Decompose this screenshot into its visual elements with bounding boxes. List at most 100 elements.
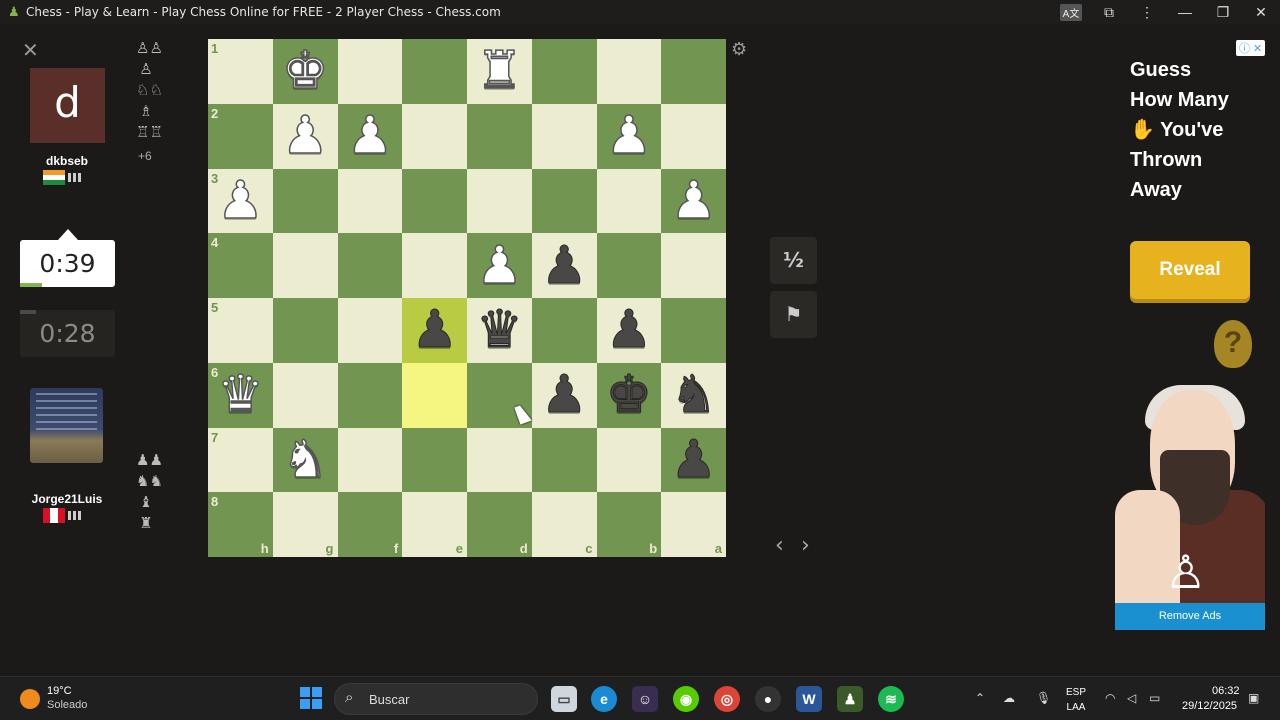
square-d2[interactable]	[467, 103, 532, 169]
white-pawn-piece[interactable]: ♟	[216, 174, 264, 228]
square-e8[interactable]: e	[402, 492, 467, 557]
word-icon[interactable]: W	[796, 686, 822, 712]
black-queen-piece[interactable]: ♛	[476, 304, 524, 357]
black-king-piece[interactable]: ♚	[605, 369, 653, 422]
taskbar-search[interactable]: ⌕ Buscar	[334, 683, 538, 715]
square-f6[interactable]	[337, 362, 403, 428]
weather-description[interactable]: Soleado	[47, 699, 87, 711]
square-c7[interactable]	[531, 427, 597, 493]
top-player-name[interactable]: dkbseb	[22, 154, 112, 168]
show-hidden-icons-chevron-up-icon[interactable]: ⌃	[975, 691, 985, 705]
resign-button[interactable]: ⚑	[770, 291, 817, 338]
square-e2[interactable]	[402, 103, 467, 169]
black-pawn-piece[interactable]: ♟	[411, 304, 459, 357]
square-a8[interactable]: a	[661, 492, 726, 557]
start-windows-icon[interactable]	[300, 687, 322, 709]
bottom-player-avatar[interactable]	[30, 388, 103, 463]
translate-icon[interactable]: A文	[1052, 3, 1090, 21]
square-g6[interactable]	[272, 362, 338, 428]
square-h8[interactable]: 8h	[208, 492, 273, 557]
square-a3[interactable]: ♟	[661, 168, 726, 234]
square-a7[interactable]: ♟	[661, 427, 726, 493]
remove-ads-button[interactable]: Remove Ads	[1115, 603, 1265, 630]
sun-weather-icon[interactable]	[20, 689, 40, 709]
ad-headline[interactable]: Guess How Many ✋ You've Thrown Away	[1130, 55, 1270, 205]
square-g1[interactable]: ♚	[272, 39, 338, 104]
task-view-icon[interactable]: ▭	[551, 686, 577, 712]
taskbar-date[interactable]: 29/12/2025	[1182, 700, 1237, 712]
close-panel-icon[interactable]: ✕	[22, 38, 39, 63]
square-h6[interactable]: 6 ♛	[208, 362, 273, 428]
square-h2[interactable]: 2	[208, 103, 273, 169]
ad-character-illustration[interactable]: ♙	[1115, 380, 1265, 603]
white-rook-piece[interactable]: ♜	[475, 45, 523, 99]
white-queen-piece[interactable]: ♛	[216, 368, 264, 422]
chess-app-icon[interactable]: ♟	[837, 686, 863, 712]
app-portrait-icon[interactable]: ☺	[632, 686, 658, 712]
square-c3[interactable]	[531, 168, 597, 234]
weather-temperature[interactable]: 19°C	[47, 685, 72, 697]
square-a1[interactable]	[661, 39, 726, 104]
square-c5[interactable]	[531, 298, 597, 363]
square-e1[interactable]	[402, 39, 467, 104]
spotify-icon[interactable]: ≋	[878, 686, 904, 712]
square-e4[interactable]	[402, 233, 467, 298]
square-f3[interactable]	[337, 168, 403, 234]
square-g3[interactable]	[272, 168, 338, 234]
black-pawn-piece[interactable]: ♟	[670, 433, 718, 486]
square-c6[interactable]: ♟	[531, 362, 597, 428]
square-g2[interactable]: ♟	[272, 103, 338, 169]
square-b5[interactable]: ♟	[596, 298, 662, 363]
bottom-player-name[interactable]: Jorge21Luis	[22, 492, 112, 506]
square-h3[interactable]: 3 ♟	[208, 168, 273, 234]
square-g8[interactable]: g	[272, 492, 338, 557]
white-king-piece[interactable]: ♚	[281, 45, 329, 99]
edge-browser-icon[interactable]: e	[591, 686, 617, 712]
maximize-button[interactable]: ❐	[1204, 4, 1242, 21]
square-g5[interactable]	[272, 298, 338, 363]
white-pawn-piece[interactable]: ♟	[605, 109, 653, 163]
square-e7[interactable]	[402, 427, 467, 493]
square-e5[interactable]: ♟	[402, 298, 467, 363]
taskbar-time[interactable]: 06:32	[1212, 685, 1240, 697]
reveal-button[interactable]: Reveal	[1130, 241, 1250, 299]
black-pawn-piece[interactable]: ♟	[540, 369, 588, 422]
extensions-icon[interactable]: ⧉	[1090, 4, 1128, 21]
square-a4[interactable]	[661, 233, 726, 298]
square-b7[interactable]	[596, 427, 662, 493]
square-b6[interactable]: ♚	[596, 362, 662, 428]
square-d7[interactable]	[467, 427, 532, 493]
square-c8[interactable]: c	[531, 492, 597, 557]
more-menu-icon[interactable]: ⋮	[1128, 4, 1166, 21]
white-pawn-piece[interactable]: ♟	[670, 174, 718, 228]
square-b4[interactable]	[596, 233, 662, 298]
square-f2[interactable]: ♟	[337, 103, 403, 169]
square-a6[interactable]: ♞	[661, 362, 726, 428]
square-h1[interactable]: 1	[208, 39, 273, 104]
notifications-bell-icon[interactable]: ▣	[1248, 691, 1259, 705]
square-d5[interactable]: ♛	[467, 298, 532, 363]
square-f1[interactable]	[337, 39, 403, 104]
square-a5[interactable]	[661, 298, 726, 363]
black-knight-piece[interactable]: ♞	[670, 369, 718, 422]
close-window-button[interactable]: ✕	[1242, 4, 1280, 21]
previous-move-chevron-left-icon[interactable]: ‹	[775, 533, 784, 558]
square-d8[interactable]: d	[467, 492, 532, 557]
battery-icon[interactable]: ▭	[1149, 691, 1160, 705]
next-move-chevron-right-icon[interactable]: ›	[801, 533, 810, 558]
volume-icon[interactable]: ◁	[1127, 691, 1136, 705]
square-b2[interactable]: ♟	[596, 103, 662, 169]
square-c4[interactable]: ♟	[531, 233, 597, 298]
duolingo-icon[interactable]: ◉	[673, 686, 699, 712]
square-c1[interactable]	[531, 39, 597, 104]
minimize-button[interactable]: —	[1166, 4, 1204, 20]
square-f7[interactable]	[337, 427, 403, 493]
square-g7[interactable]: ♞	[272, 427, 338, 493]
offer-draw-button[interactable]: ½	[770, 237, 817, 284]
square-h7[interactable]: 7	[208, 427, 273, 493]
square-h5[interactable]: 5	[208, 298, 273, 363]
chrome-icon[interactable]: ◎	[714, 686, 740, 712]
square-a2[interactable]	[661, 103, 726, 169]
square-c2[interactable]	[531, 103, 597, 169]
microphone-icon[interactable]: 🎙	[1036, 691, 1051, 705]
